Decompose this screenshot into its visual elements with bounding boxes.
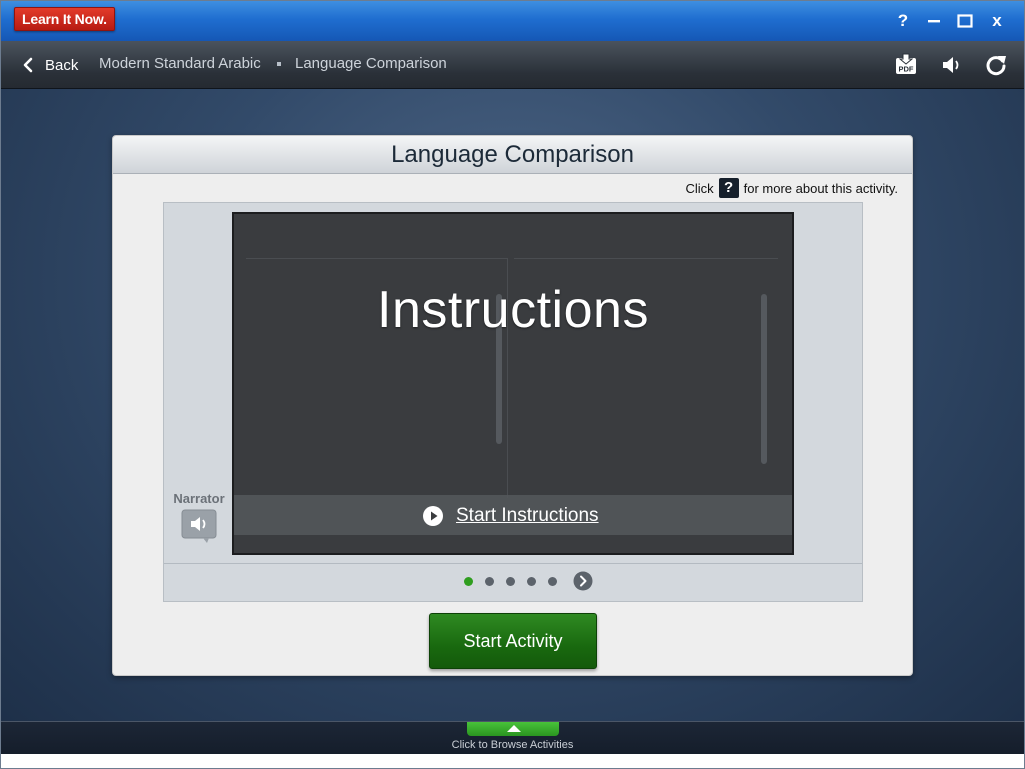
- stage-divider: [164, 563, 862, 564]
- browse-activities-label[interactable]: Click to Browse Activities: [1, 739, 1024, 751]
- start-instructions-link[interactable]: Start Instructions: [422, 504, 599, 528]
- play-icon: [423, 506, 443, 526]
- start-activity-button[interactable]: Start Activity: [429, 613, 597, 669]
- help-suffix: for more about this activity.: [743, 180, 898, 196]
- app-window: Learn It Now. ? x Back Modern Standard A…: [0, 0, 1025, 769]
- main-area: Language Comparison Click ? for more abo…: [1, 89, 1024, 721]
- breadcrumb-separator: [277, 62, 281, 66]
- panel-header: Language Comparison: [113, 136, 912, 174]
- browse-activities-tab[interactable]: [467, 722, 559, 736]
- title-bar: Learn It Now. ? x: [1, 1, 1024, 41]
- bottom-strip: [1, 754, 1024, 768]
- pager-dot-4[interactable]: [527, 576, 536, 586]
- maximize-icon: [957, 14, 973, 28]
- preview-stage: Instructions Start Instructions Narrator: [163, 202, 863, 602]
- pager-dot-1[interactable]: [464, 576, 473, 586]
- slide-pager: [464, 571, 593, 591]
- help-prefix: Click: [685, 180, 714, 196]
- breadcrumb-activity: Language Comparison: [295, 55, 447, 72]
- minimize-icon: [928, 20, 940, 23]
- next-slide-icon[interactable]: [573, 571, 593, 591]
- pdf-icon: PDF: [896, 53, 916, 74]
- close-button[interactable]: x: [985, 9, 1009, 33]
- pager-dot-3[interactable]: [506, 576, 515, 586]
- speaker-icon: [943, 57, 959, 73]
- chevron-left-icon: [23, 57, 33, 73]
- narrator-label: Narrator: [173, 491, 225, 506]
- app-logo: Learn It Now.: [14, 7, 115, 31]
- narrator: Narrator: [169, 491, 229, 543]
- activity-panel: Language Comparison Click ? for more abo…: [112, 135, 913, 676]
- refresh-button[interactable]: [983, 52, 1009, 78]
- activity-preview: Instructions Start Instructions: [232, 212, 794, 555]
- chevron-up-icon: [507, 725, 521, 732]
- instructions-heading: Instructions: [377, 281, 649, 339]
- pager-dot-5[interactable]: [548, 576, 557, 586]
- nav-bar: Back Modern Standard Arabic Language Com…: [1, 41, 1024, 89]
- activity-help-button[interactable]: ?: [718, 178, 739, 198]
- pager-dot-2[interactable]: [485, 576, 494, 586]
- pdf-button[interactable]: PDF: [893, 52, 919, 78]
- audio-button[interactable]: [939, 52, 965, 78]
- help-button[interactable]: ?: [891, 9, 915, 33]
- minimize-button[interactable]: [922, 9, 946, 33]
- activity-help-line: Click ? for more about this activity.: [685, 178, 898, 198]
- narrator-speaker-icon[interactable]: [181, 509, 217, 543]
- breadcrumb-course[interactable]: Modern Standard Arabic: [99, 55, 261, 73]
- maximize-button[interactable]: [953, 9, 977, 33]
- refresh-icon: [986, 56, 1006, 76]
- panel-title: Language Comparison: [391, 141, 634, 168]
- svg-text:PDF: PDF: [899, 65, 914, 74]
- start-instructions-label: Start Instructions: [456, 505, 599, 526]
- bottom-bar: Click to Browse Activities: [1, 721, 1024, 768]
- back-label: Back: [45, 56, 79, 74]
- back-button[interactable]: Back: [19, 53, 78, 77]
